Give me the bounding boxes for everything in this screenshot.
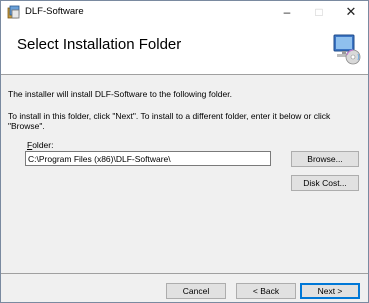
title-bar: DLF-Software – □ ✕	[1, 1, 368, 23]
folder-label-text: older:	[32, 140, 54, 150]
folder-path-input[interactable]	[25, 151, 271, 166]
instruction-text: To install in this folder, click "Next".…	[8, 111, 331, 131]
intro-text: The installer will install DLF-Software …	[8, 89, 232, 99]
close-button[interactable]: ✕	[336, 1, 366, 23]
footer-divider	[1, 273, 368, 274]
cancel-button[interactable]: Cancel	[166, 283, 226, 299]
folder-label: Folder:	[27, 140, 53, 150]
browse-button[interactable]: Browse...	[291, 151, 359, 167]
installer-window: DLF-Software – □ ✕ Select Installation F…	[0, 0, 369, 303]
window-title: DLF-Software	[25, 6, 84, 17]
page-title: Select Installation Folder	[17, 36, 182, 53]
wizard-header: Select Installation Folder	[1, 23, 368, 75]
minimize-button[interactable]: –	[272, 1, 302, 23]
installer-app-icon	[7, 5, 21, 19]
back-button[interactable]: < Back	[236, 283, 296, 299]
disk-cost-button[interactable]: Disk Cost...	[291, 175, 359, 191]
next-button[interactable]: Next >	[300, 283, 360, 299]
installer-computer-icon	[331, 33, 361, 65]
maximize-button[interactable]: □	[304, 1, 334, 23]
